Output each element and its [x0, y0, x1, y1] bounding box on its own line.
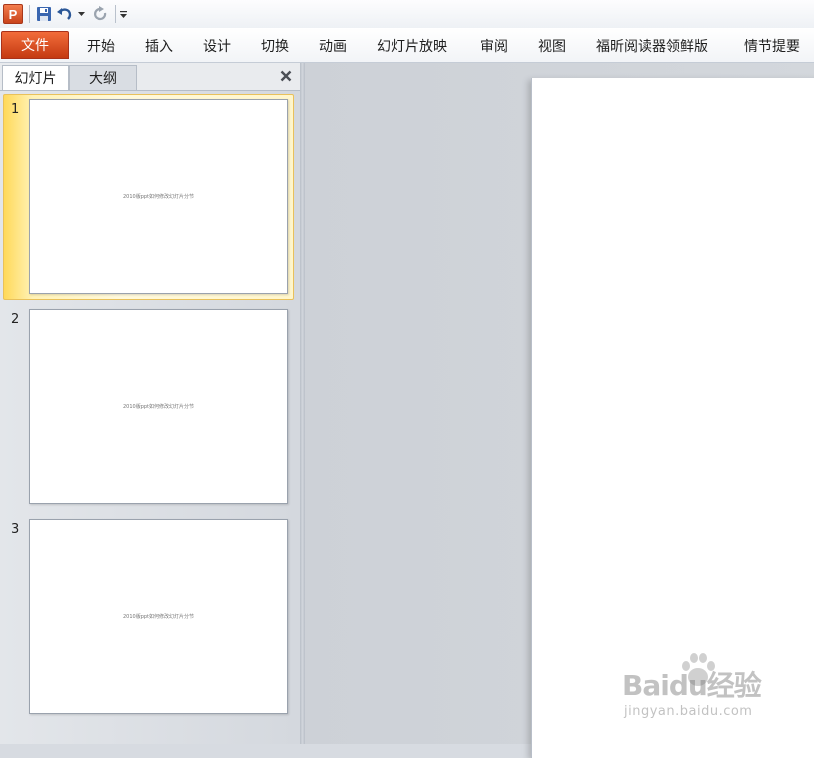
tab-animations[interactable]: 动画: [319, 36, 347, 56]
tab-foxit-reader[interactable]: 福昕阅读器领鲜版: [596, 36, 708, 56]
undo-dropdown-button[interactable]: [78, 4, 85, 24]
customize-dropdown-icon: [120, 11, 127, 18]
slide-thumbnail[interactable]: 2010版ppt如何修改幻灯片分节: [29, 519, 288, 714]
save-icon: [37, 7, 51, 21]
tab-home[interactable]: 开始: [87, 36, 115, 56]
powerpoint-logo-icon[interactable]: P: [3, 4, 23, 24]
qat-separator: [29, 5, 30, 23]
redo-button[interactable]: [93, 4, 109, 24]
customize-qat-button[interactable]: [119, 4, 128, 24]
ribbon-tab-bar: 文件 开始 插入 设计 切换 动画 幻灯片放映 审阅 视图 福昕阅读器领鲜版 情…: [0, 28, 814, 63]
tab-slideshow[interactable]: 幻灯片放映: [377, 36, 447, 56]
tab-transitions[interactable]: 切换: [261, 36, 289, 56]
undo-button[interactable]: [56, 4, 74, 24]
slide-thumbnail-row[interactable]: 3 2010版ppt如何修改幻灯片分节: [0, 514, 300, 720]
slide-thumbnail-text: 2010版ppt如何修改幻灯片分节: [122, 194, 195, 200]
undo-icon: [57, 8, 72, 20]
tab-slides[interactable]: 幻灯片: [2, 65, 69, 90]
close-icon: [280, 70, 292, 82]
close-pane-button[interactable]: [277, 67, 295, 85]
tab-outline[interactable]: 大纲: [69, 65, 137, 90]
slides-pane: 幻灯片 大纲 1 2010版ppt如何修改幻灯片分节 2 2010版ppt如何修…: [0, 63, 300, 744]
slide-thumbnail[interactable]: 2010版ppt如何修改幻灯片分节: [29, 309, 288, 504]
tab-view[interactable]: 视图: [538, 36, 566, 56]
slide-thumbnail-row[interactable]: 2 2010版ppt如何修改幻灯片分节: [0, 304, 300, 510]
chevron-down-icon: [78, 12, 85, 16]
tab-insert[interactable]: 插入: [145, 36, 173, 56]
slide-thumbnail-text: 2010版ppt如何修改幻灯片分节: [122, 614, 195, 620]
redo-icon: [94, 6, 107, 21]
slide-thumbnail[interactable]: 2010版ppt如何修改幻灯片分节: [29, 99, 288, 294]
tab-design[interactable]: 设计: [203, 36, 231, 56]
tab-review[interactable]: 审阅: [480, 36, 508, 56]
qat-separator: [115, 5, 116, 23]
slide-number: 3: [11, 522, 20, 537]
watermark-url: jingyan.baidu.com: [624, 704, 753, 719]
watermark-brand: Baidu经验: [622, 669, 762, 702]
slide-number: 1: [11, 102, 20, 117]
slide-number: 2: [11, 312, 20, 327]
slides-pane-tabs: 幻灯片 大纲: [0, 63, 300, 91]
slide-thumbnail-text: 2010版ppt如何修改幻灯片分节: [122, 404, 195, 410]
baidu-jingyan-watermark: Baidu经验 jingyan.baidu.com: [622, 650, 782, 730]
slide-thumbnail-row[interactable]: 1 2010版ppt如何修改幻灯片分节: [0, 94, 300, 300]
tab-file[interactable]: 文件: [1, 31, 69, 59]
quick-access-toolbar: P: [0, 0, 814, 28]
slide-editing-area[interactable]: [305, 63, 814, 758]
tab-storyboarding[interactable]: 情节提要: [744, 36, 800, 56]
save-button[interactable]: [36, 4, 52, 24]
